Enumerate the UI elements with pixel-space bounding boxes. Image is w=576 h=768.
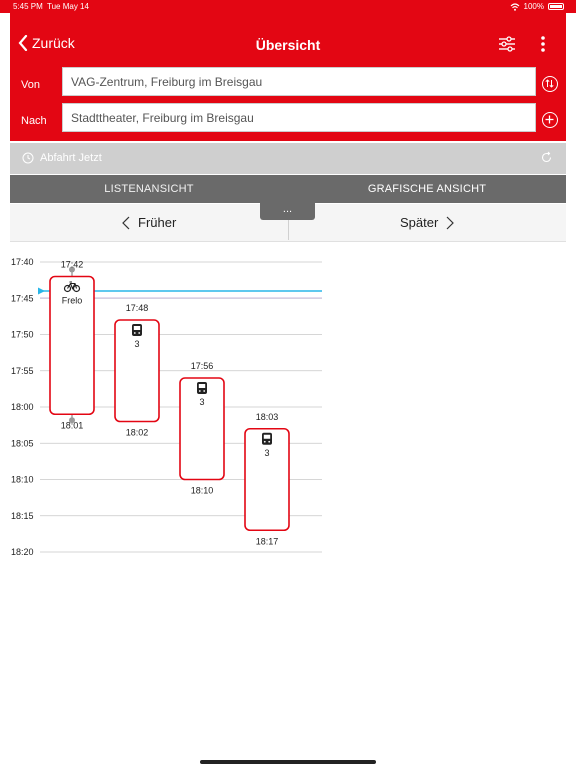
battery-icon <box>548 3 564 10</box>
page-title: Übersicht <box>255 37 321 53</box>
tick-label: 18:10 <box>11 475 34 485</box>
tram-icon <box>197 382 207 394</box>
status-date: Tue May 14 <box>47 2 89 11</box>
departure-time-bar[interactable]: Abfahrt Jetzt <box>10 143 566 174</box>
tick-label: 18:15 <box>11 511 34 521</box>
trip-departure-time: 18:03 <box>256 412 279 422</box>
to-value: Stadttheater, Freiburg im Breisgau <box>71 110 254 125</box>
trip-line-label: 3 <box>199 397 204 407</box>
filter-button[interactable] <box>498 35 516 58</box>
tick-label: 17:45 <box>11 293 34 303</box>
route-search-panel: Von VAG-Zentrum, Freiburg im Breisgau Na… <box>10 67 566 141</box>
more-vertical-icon <box>541 36 545 52</box>
navigation-bar: Zurück Übersicht <box>10 13 566 67</box>
tab-graphic-view[interactable]: GRAFISCHE ANSICHT <box>288 175 566 203</box>
chevron-left-icon <box>122 216 130 229</box>
earlier-label: Früher <box>138 215 177 230</box>
battery-percent: 100% <box>523 2 544 11</box>
trip-departure-time: 17:48 <box>126 303 149 313</box>
clock-icon <box>22 152 34 164</box>
trip-arrival-time: 18:02 <box>126 428 149 438</box>
more-button[interactable] <box>540 35 546 58</box>
from-field[interactable]: VAG-Zentrum, Freiburg im Breisgau <box>62 67 536 96</box>
status-bar: 5:45 PM Tue May 14 100% <box>0 0 576 13</box>
wifi-icon <box>510 2 519 11</box>
status-time: 5:45 PM <box>13 2 43 11</box>
departure-label: Abfahrt Jetzt <box>40 152 102 164</box>
tick-label: 18:00 <box>11 402 34 412</box>
trip-line-label: 3 <box>134 339 139 349</box>
trip-line-label: 3 <box>264 448 269 458</box>
tram-icon <box>262 432 272 445</box>
later-label: Später <box>400 215 439 230</box>
sliders-icon <box>499 36 515 52</box>
graphic-timeline: 17:40 17:45 17:50 17:55 18:00 18:05 18:10 18:15… <box>11 257 322 557</box>
tick-label: 18:05 <box>11 438 34 448</box>
to-field[interactable]: Stadttheater, Freiburg im Breisgau <box>62 103 536 132</box>
refresh-icon[interactable] <box>540 151 553 164</box>
chevron-right-icon <box>446 216 455 229</box>
tick-label: 17:40 <box>11 257 34 267</box>
from-value: VAG-Zentrum, Freiburg im Breisgau <box>71 74 263 89</box>
to-label: Nach <box>21 115 47 127</box>
tick-label: 17:50 <box>11 330 34 340</box>
tick-label: 18:20 <box>11 547 34 557</box>
tab-list-view[interactable]: LISTENANSICHT <box>10 175 288 203</box>
swap-button[interactable] <box>542 76 558 92</box>
earlier-button[interactable]: Früher <box>122 215 176 230</box>
trip-departure-time: 17:42 <box>61 260 84 270</box>
trip-arrival-time: 18:01 <box>61 420 84 430</box>
trip-line-label: Frelo <box>62 296 83 306</box>
tick-label: 17:55 <box>11 366 34 376</box>
trip-arrival-time: 18:17 <box>256 536 279 546</box>
current-time-marker <box>38 287 45 295</box>
tram-icon <box>132 324 142 336</box>
trip-arrival-time: 18:10 <box>191 486 214 496</box>
from-label: Von <box>21 79 40 91</box>
plus-icon <box>545 115 554 124</box>
add-button[interactable] <box>542 112 558 128</box>
view-tabs: LISTENANSICHT GRAFISCHE ANSICHT <box>10 175 566 203</box>
later-button[interactable]: Später <box>400 215 455 230</box>
drawer-handle[interactable]: ... <box>260 203 315 220</box>
swap-icon <box>545 79 554 88</box>
home-indicator <box>200 760 376 764</box>
trip-departure-time: 17:56 <box>191 361 214 371</box>
